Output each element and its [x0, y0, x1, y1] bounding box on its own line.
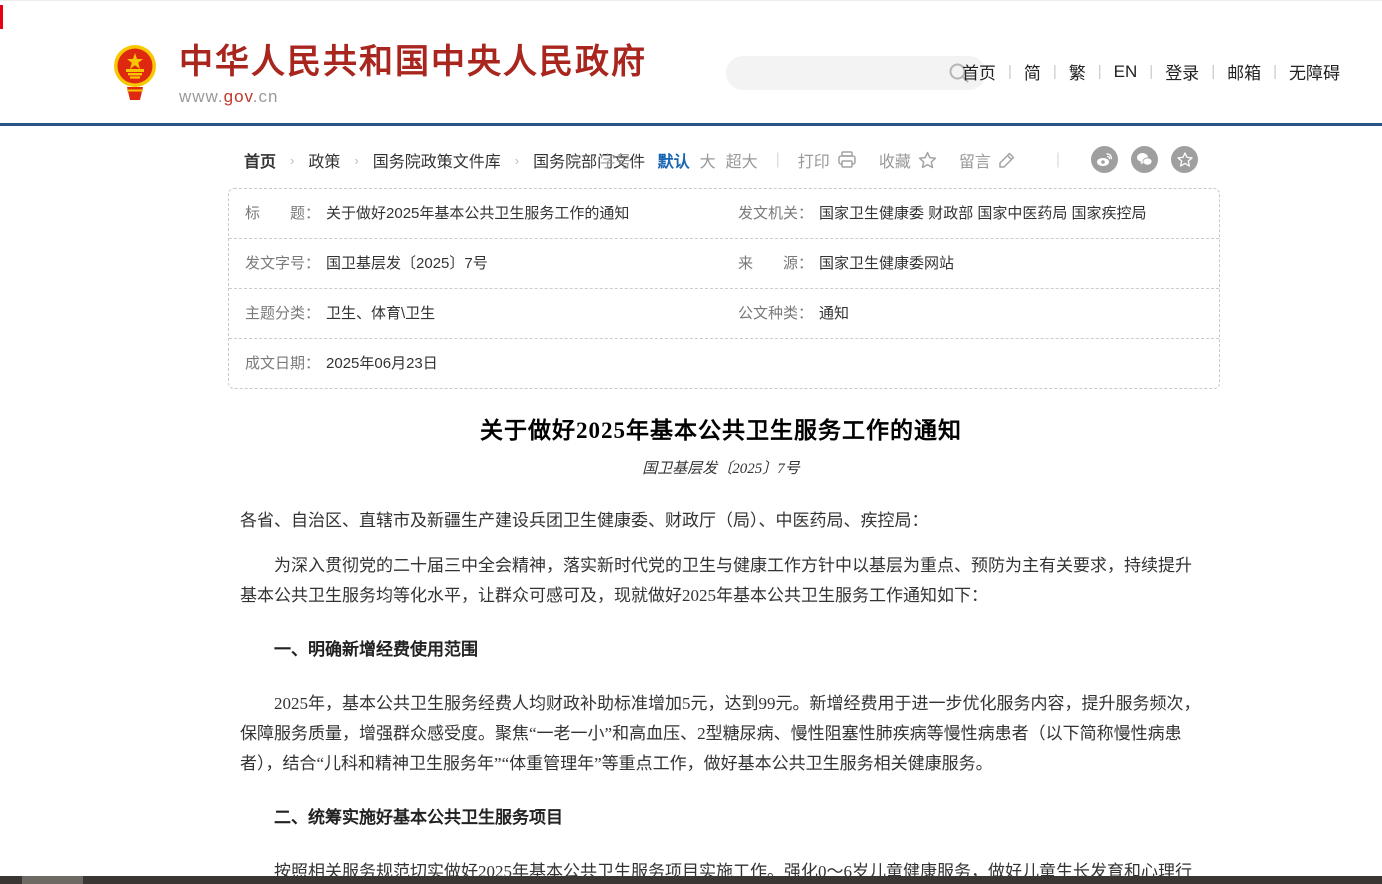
meta-date-label: 成文日期：	[245, 355, 320, 372]
meta-source-cell: 来 源： 国家卫生健康委网站	[722, 239, 1215, 288]
share-weibo-button[interactable]	[1091, 146, 1118, 173]
article-paragraph: 为深入贯彻党的二十届三中全会精神，落实新时代党的卫生与健康工作方针中以基层为重点…	[240, 551, 1202, 611]
top-nav: 首页 | 简 | 繁 | EN | 登录 | 邮箱 | 无障碍	[962, 59, 1340, 84]
breadcrumb: 首页 › 政策 › 国务院政策文件库 › 国务院部门文件	[244, 148, 645, 172]
nav-accessibility[interactable]: 无障碍	[1289, 59, 1340, 84]
nav-english[interactable]: EN	[1114, 62, 1138, 82]
site-url-cn: .cn	[253, 87, 279, 106]
breadcrumb-policy-library[interactable]: 国务院政策文件库	[373, 148, 501, 172]
meta-docnum-value: 国卫基层发〔2025〕7号	[326, 255, 488, 272]
footer-bar-segment	[22, 876, 83, 884]
national-emblem-icon	[113, 43, 157, 101]
comment-button[interactable]: 留言	[959, 148, 1016, 172]
meta-doctype-cell: 公文种类： 通知	[722, 289, 1215, 338]
nav-home[interactable]: 首页	[962, 59, 996, 84]
nav-mail[interactable]: 邮箱	[1227, 59, 1261, 84]
article-paragraph: 2025年，基本公共卫生服务经费人均财政补助标准增加5元，达到99元。新增经费用…	[240, 689, 1202, 779]
site-header: 中华人民共和国中央人民政府 www.gov.cn 首页 | 简 | 繁 | EN…	[0, 0, 1382, 126]
meta-issuer-value: 国家卫生健康委 财政部 国家中医药局 国家疾控局	[819, 205, 1147, 222]
share-wechat-button[interactable]	[1131, 146, 1158, 173]
site-title-block: 中华人民共和国中央人民政府 www.gov.cn	[179, 43, 647, 107]
meta-title-cell: 标 题： 关于做好2025年基本公共卫生服务工作的通知	[229, 189, 722, 238]
nav-divider: |	[1211, 63, 1215, 80]
tools-divider: |	[776, 151, 780, 169]
site-url-gov: gov	[224, 87, 253, 106]
meta-doctype-label: 公文种类：	[738, 305, 813, 322]
meta-source-value: 国家卫生健康委网站	[819, 255, 954, 272]
search-box	[726, 56, 986, 90]
site-title: 中华人民共和国中央人民政府	[179, 43, 647, 81]
breadcrumb-divider: ›	[354, 153, 358, 168]
meta-category-value: 卫生、体育\卫生	[326, 305, 435, 322]
site-url: www.gov.cn	[179, 87, 647, 107]
search-input[interactable]	[726, 56, 948, 90]
favorite-button[interactable]: 收藏	[879, 148, 937, 172]
article: 关于做好2025年基本公共卫生服务工作的通知 国卫基层发〔2025〕7号 各省、…	[240, 411, 1202, 884]
corner-red-tick	[0, 5, 3, 29]
page-tools: 字号： 默认 大 超大 | 打印 收藏 留言 |	[600, 146, 1198, 173]
fontsize-large[interactable]: 大	[700, 148, 716, 172]
meta-category-label: 主题分类：	[245, 305, 320, 322]
fontsize-xlarge[interactable]: 超大	[726, 148, 758, 172]
nav-divider: |	[1273, 63, 1277, 80]
breadcrumb-divider: ›	[290, 153, 294, 168]
print-label: 打印	[798, 148, 830, 172]
article-section-heading-1: 一、明确新增经费使用范围	[240, 635, 1202, 665]
share-qzone-button[interactable]	[1171, 146, 1198, 173]
nav-simplified[interactable]: 简	[1024, 59, 1041, 84]
meta-title-label: 标 题：	[245, 205, 320, 222]
meta-docnum-label: 发文字号：	[245, 255, 320, 272]
fontsize-label: 字号：	[600, 148, 648, 172]
article-salutation: 各省、自治区、直辖市及新疆生产建设兵团卫生健康委、财政厅（局）、中医药局、疾控局…	[240, 506, 1202, 536]
toolbar: 首页 › 政策 › 国务院政策文件库 › 国务院部门文件 字号： 默认 大 超大…	[228, 142, 1220, 176]
article-section-heading-2: 二、统筹实施好基本公共卫生服务项目	[240, 803, 1202, 833]
pencil-icon	[998, 151, 1016, 169]
breadcrumb-policy[interactable]: 政策	[308, 148, 340, 172]
printer-icon	[837, 151, 857, 169]
footer-top-bar	[0, 876, 1382, 884]
meta-source-label: 来 源：	[738, 255, 813, 272]
nav-divider: |	[1053, 63, 1057, 80]
meta-date-value: 2025年06月23日	[326, 355, 438, 372]
meta-row: 发文字号： 国卫基层发〔2025〕7号 来 源： 国家卫生健康委网站	[229, 239, 1219, 289]
site-url-www: www.	[179, 87, 224, 106]
weibo-icon	[1096, 152, 1113, 167]
nav-login[interactable]: 登录	[1165, 59, 1199, 84]
document-meta-table: 标 题： 关于做好2025年基本公共卫生服务工作的通知 发文机关： 国家卫生健康…	[228, 188, 1220, 389]
favorite-label: 收藏	[879, 148, 911, 172]
meta-category-cell: 主题分类： 卫生、体育\卫生	[229, 289, 722, 338]
breadcrumb-divider: ›	[515, 153, 519, 168]
nav-divider: |	[1149, 63, 1153, 80]
meta-date-cell: 成文日期： 2025年06月23日	[229, 339, 722, 388]
breadcrumb-home[interactable]: 首页	[244, 148, 276, 172]
meta-title-value: 关于做好2025年基本公共卫生服务工作的通知	[326, 205, 629, 222]
meta-row: 成文日期： 2025年06月23日	[229, 339, 1219, 388]
fontsize-default[interactable]: 默认	[658, 148, 690, 172]
meta-docnum-cell: 发文字号： 国卫基层发〔2025〕7号	[229, 239, 722, 288]
meta-issuer-label: 发文机关：	[738, 205, 813, 222]
star-icon	[918, 151, 937, 169]
meta-row: 标 题： 关于做好2025年基本公共卫生服务工作的通知 发文机关： 国家卫生健康…	[229, 189, 1219, 239]
article-doc-number: 国卫基层发〔2025〕7号	[240, 457, 1202, 478]
meta-issuer-cell: 发文机关： 国家卫生健康委 财政部 国家中医药局 国家疾控局	[722, 189, 1215, 238]
nav-divider: |	[1008, 63, 1012, 80]
article-body: 各省、自治区、直辖市及新疆生产建设兵团卫生健康委、财政厅（局）、中医药局、疾控局…	[240, 506, 1202, 884]
site-logo[interactable]: 中华人民共和国中央人民政府 www.gov.cn	[113, 43, 647, 107]
nav-traditional[interactable]: 繁	[1069, 59, 1086, 84]
meta-row: 主题分类： 卫生、体育\卫生 公文种类： 通知	[229, 289, 1219, 339]
wechat-icon	[1136, 152, 1153, 167]
comment-label: 留言	[959, 148, 991, 172]
qzone-star-icon	[1177, 152, 1193, 167]
nav-divider: |	[1098, 63, 1102, 80]
tools-divider: |	[1056, 151, 1060, 169]
print-button[interactable]: 打印	[798, 148, 857, 172]
article-title: 关于做好2025年基本公共卫生服务工作的通知	[240, 411, 1202, 445]
meta-doctype-value: 通知	[819, 305, 849, 322]
